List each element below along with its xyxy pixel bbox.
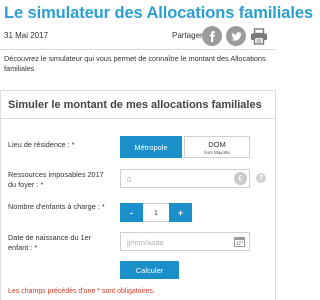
twitter-icon: [230, 31, 242, 41]
birthdate-placeholder: jj/mm/aaaa: [127, 238, 164, 247]
facebook-share-button[interactable]: [202, 26, 222, 46]
residence-option-label: DOM: [208, 139, 226, 149]
facebook-icon: [209, 30, 215, 42]
children-count[interactable]: 1: [143, 203, 169, 222]
residence-option-dom[interactable]: DOM hors Mayotte: [184, 136, 250, 158]
children-stepper: - 1 +: [120, 203, 192, 222]
children-label: Nombre d'enfants à charge : *: [8, 202, 105, 211]
euro-icon: €: [234, 172, 247, 185]
form-title: Simuler le montant de mes allocations fa…: [8, 99, 262, 111]
help-icon[interactable]: ?: [256, 173, 266, 183]
intro-text: Découvrez le simulateur qui vous permet …: [4, 54, 266, 73]
residence-option-metropole[interactable]: Métropole: [120, 136, 182, 158]
simulator-form: Simuler le montant de mes allocations fa…: [0, 90, 276, 300]
meta-row: 31 Mai 2017 Partager: [0, 26, 276, 48]
form-header: Simuler le montant de mes allocations fa…: [1, 91, 275, 119]
header-divider: [0, 49, 276, 50]
share-label: Partager: [172, 31, 203, 40]
publish-date: 31 Mai 2017: [4, 31, 49, 40]
residence-label: Lieu de résidence : *: [8, 140, 75, 149]
calendar-icon[interactable]: [234, 236, 245, 247]
birthdate-label: Date de naissance du 1er enfant : *: [8, 233, 92, 252]
decrement-button[interactable]: -: [120, 203, 143, 222]
required-fields-note: Les champs précédés d'une * sont obligat…: [8, 288, 155, 295]
increment-button[interactable]: +: [169, 203, 192, 222]
calculate-button[interactable]: Calculer: [120, 261, 179, 279]
residence-option-sublabel: hors Mayotte: [203, 149, 230, 155]
page-title: Le simulateur des Allocations familiales: [4, 4, 313, 22]
income-input[interactable]: 0 €: [120, 169, 250, 188]
birthdate-input[interactable]: jj/mm/aaaa: [120, 232, 250, 251]
income-value: 0: [127, 175, 132, 184]
residence-option-label: Métropole: [134, 142, 168, 152]
twitter-share-button[interactable]: [226, 26, 246, 46]
income-label: Ressources imposables 2017 du foyer : *: [8, 170, 104, 189]
print-icon: [251, 28, 267, 45]
print-button[interactable]: [250, 28, 268, 45]
